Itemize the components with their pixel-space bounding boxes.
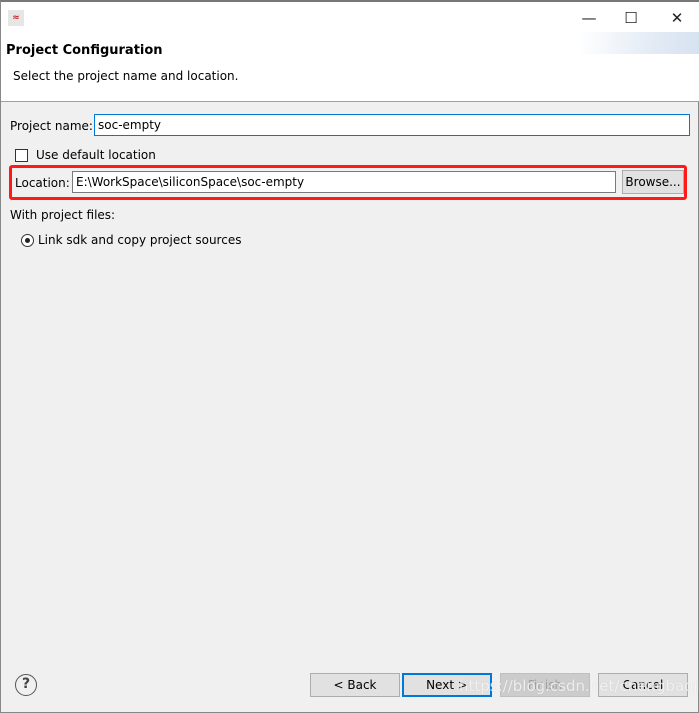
dialog-window: ≈ — ☐ ✕ Project Configuration Select the… (0, 0, 699, 713)
location-label: Location: (15, 176, 70, 190)
project-name-input[interactable]: soc-empty (94, 114, 690, 136)
project-name-label: Project name: (10, 119, 93, 133)
link-sdk-radio[interactable] (21, 234, 34, 247)
close-button[interactable]: ✕ (657, 6, 697, 30)
page-subtitle: Select the project name and location. (13, 69, 239, 83)
header-banner (580, 32, 699, 54)
cancel-button[interactable]: Cancel (598, 673, 688, 697)
minimize-button[interactable]: — (569, 6, 609, 30)
project-files-label: With project files: (10, 208, 116, 222)
use-default-location-checkbox[interactable] (15, 149, 28, 162)
finish-button: Finish (500, 673, 590, 697)
back-button[interactable]: < Back (310, 673, 400, 697)
use-default-location-label: Use default location (36, 148, 156, 162)
browse-button[interactable]: Browse... (622, 170, 684, 194)
location-input[interactable]: E:\WorkSpace\siliconSpace\soc-empty (72, 171, 616, 193)
link-sdk-radio-label: Link sdk and copy project sources (38, 233, 242, 247)
maximize-button[interactable]: ☐ (611, 6, 651, 30)
next-button[interactable]: Next > (402, 673, 492, 697)
help-icon[interactable]: ? (15, 674, 37, 696)
app-icon: ≈ (8, 10, 24, 26)
page-title: Project Configuration (6, 43, 163, 58)
wizard-header: ≈ — ☐ ✕ Project Configuration Select the… (1, 2, 699, 102)
